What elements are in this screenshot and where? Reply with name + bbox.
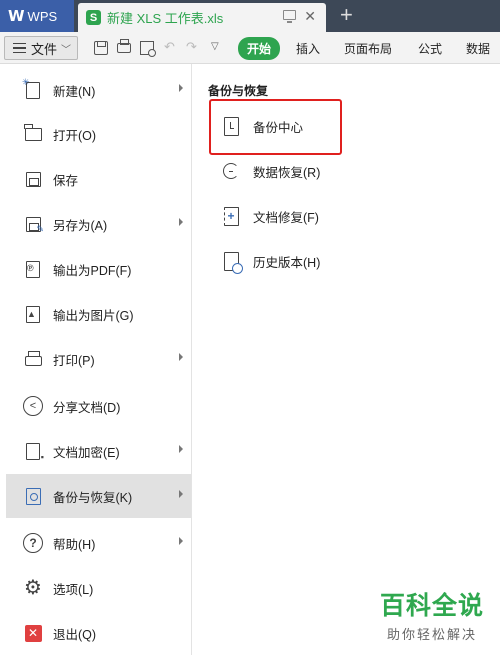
new-doc-icon: ✳	[22, 77, 44, 101]
submenu-arrow-icon	[179, 218, 183, 226]
submenu-arrow-icon	[179, 84, 183, 92]
new-tab-button[interactable]: +	[340, 2, 353, 28]
menu-item-share[interactable]: < 分享文档(D)	[6, 384, 191, 428]
menu-item-exit[interactable]: ✕ 退出(Q)	[6, 611, 191, 655]
print-icon[interactable]	[117, 39, 131, 53]
print-icon	[22, 348, 44, 370]
customize-toolbar-icon[interactable]: ▽	[211, 41, 225, 55]
submenu-item-label: 数据恢复(R)	[253, 165, 321, 180]
tab-page-layout[interactable]: 页面布局	[344, 40, 392, 57]
hamburger-icon	[13, 43, 26, 53]
submenu-title: 备份与恢复	[208, 84, 269, 98]
wps-logo-icon: W	[8, 7, 25, 25]
title-bar: W WPS S 新建 XLS 工作表.xls ✕ +	[0, 0, 500, 32]
watermark-subtitle: 助你轻松解决	[386, 627, 477, 642]
menu-item-export-pdf[interactable]: ℗ 输出为PDF(F)	[6, 247, 191, 291]
menu-item-label: 分享文档(D)	[53, 400, 121, 415]
menu-item-label: 文档加密(E)	[53, 445, 120, 460]
data-recovery-icon	[221, 159, 241, 183]
chevron-down-icon: ﹀	[61, 44, 72, 56]
menu-item-label: 打开(O)	[53, 128, 97, 143]
undo-icon[interactable]: ↶	[164, 39, 178, 54]
menu-item-label: 保存	[53, 173, 79, 188]
submenu-item-backup-center[interactable]: 备份中心	[221, 114, 303, 138]
menu-item-label: 退出(Q)	[53, 627, 97, 642]
print-preview-icon[interactable]	[140, 41, 156, 57]
save-icon	[22, 168, 44, 190]
menu-item-label: 帮助(H)	[53, 537, 96, 552]
menu-item-label: 输出为图片(G)	[53, 308, 134, 323]
help-icon: ?	[22, 532, 44, 554]
menu-item-export-image[interactable]: ▲ 输出为图片(G)	[6, 292, 191, 336]
document-tab[interactable]: S 新建 XLS 工作表.xls ✕	[78, 3, 326, 32]
tab-formulas[interactable]: 公式	[418, 40, 442, 57]
submenu-arrow-icon	[179, 353, 183, 361]
menu-item-new[interactable]: ✳ 新建(N)	[6, 68, 191, 112]
menu-item-label: 选项(L)	[53, 582, 94, 597]
encrypt-icon: ▪	[22, 440, 44, 462]
backup-icon	[22, 485, 44, 507]
toolbar: 文件 ﹀ ↶ ↷ ▽ 开始 插入 页面布局 公式 数据	[0, 32, 500, 64]
menu-item-label: 新建(N)	[53, 84, 96, 99]
share-icon: <	[22, 395, 44, 417]
tab-data[interactable]: 数据	[466, 40, 490, 57]
file-menu: ✳ 新建(N) 打开(O) 保存 ✎ 另存为(A) ℗ 输出为PDF(F) ▲ …	[6, 64, 192, 655]
tab-insert[interactable]: 插入	[296, 40, 320, 57]
menu-item-print[interactable]: 打印(P)	[6, 337, 191, 381]
file-menu-button[interactable]: 文件 ﹀	[4, 36, 78, 60]
exit-icon: ✕	[22, 622, 44, 644]
monitor-icon[interactable]	[283, 10, 296, 23]
save-as-icon: ✎	[22, 213, 44, 235]
export-image-icon: ▲	[22, 303, 44, 325]
gear-icon: ⚙	[24, 577, 42, 599]
document-repair-icon: +	[221, 204, 241, 228]
save-icon[interactable]	[94, 41, 108, 55]
submenu-arrow-icon	[179, 537, 183, 545]
submenu-arrow-icon	[179, 490, 183, 498]
menu-item-open[interactable]: 打开(O)	[6, 112, 191, 156]
menu-item-label: 输出为PDF(F)	[53, 263, 132, 278]
menu-item-label: 另存为(A)	[53, 218, 108, 233]
menu-item-options[interactable]: ⚙ 选项(L)	[6, 566, 191, 610]
wps-tab-label: WPS	[27, 8, 58, 24]
redo-icon[interactable]: ↷	[186, 39, 200, 54]
watermark: 百科全说 助你轻松解决	[380, 586, 484, 643]
export-pdf-icon: ℗	[22, 258, 44, 280]
open-folder-icon	[22, 123, 44, 145]
submenu-item-label: 文档修复(F)	[253, 210, 319, 225]
document-tab-label: 新建 XLS 工作表.xls	[107, 11, 224, 26]
file-menu-label: 文件	[31, 41, 58, 57]
watermark-title: 百科全说	[379, 591, 484, 620]
wps-home-tab[interactable]: W WPS	[0, 0, 74, 32]
backup-center-icon	[221, 114, 241, 138]
history-version-icon	[221, 249, 243, 274]
submenu-item-document-repair[interactable]: + 文档修复(F)	[221, 204, 319, 228]
close-icon[interactable]: ✕	[304, 8, 316, 25]
menu-item-backup-restore[interactable]: 备份与恢复(K)	[6, 474, 191, 518]
menu-item-help[interactable]: ? 帮助(H)	[6, 521, 191, 565]
spreadsheet-icon: S	[86, 10, 101, 25]
backup-submenu-panel: 备份与恢复 备份中心 数据恢复(R) + 文档修复(F) 历史版本(H)	[193, 64, 500, 655]
submenu-arrow-icon	[179, 445, 183, 453]
submenu-item-label: 备份中心	[253, 120, 304, 135]
menu-item-label: 备份与恢复(K)	[53, 490, 133, 505]
menu-item-label: 打印(P)	[53, 353, 95, 368]
submenu-item-label: 历史版本(H)	[253, 255, 321, 270]
menu-item-save[interactable]: 保存	[6, 157, 191, 201]
submenu-item-data-recovery[interactable]: 数据恢复(R)	[221, 159, 320, 183]
menu-item-save-as[interactable]: ✎ 另存为(A)	[6, 202, 191, 246]
tab-home[interactable]: 开始	[238, 37, 281, 60]
submenu-item-history-version[interactable]: 历史版本(H)	[221, 249, 321, 274]
menu-item-encrypt[interactable]: ▪ 文档加密(E)	[6, 429, 191, 473]
